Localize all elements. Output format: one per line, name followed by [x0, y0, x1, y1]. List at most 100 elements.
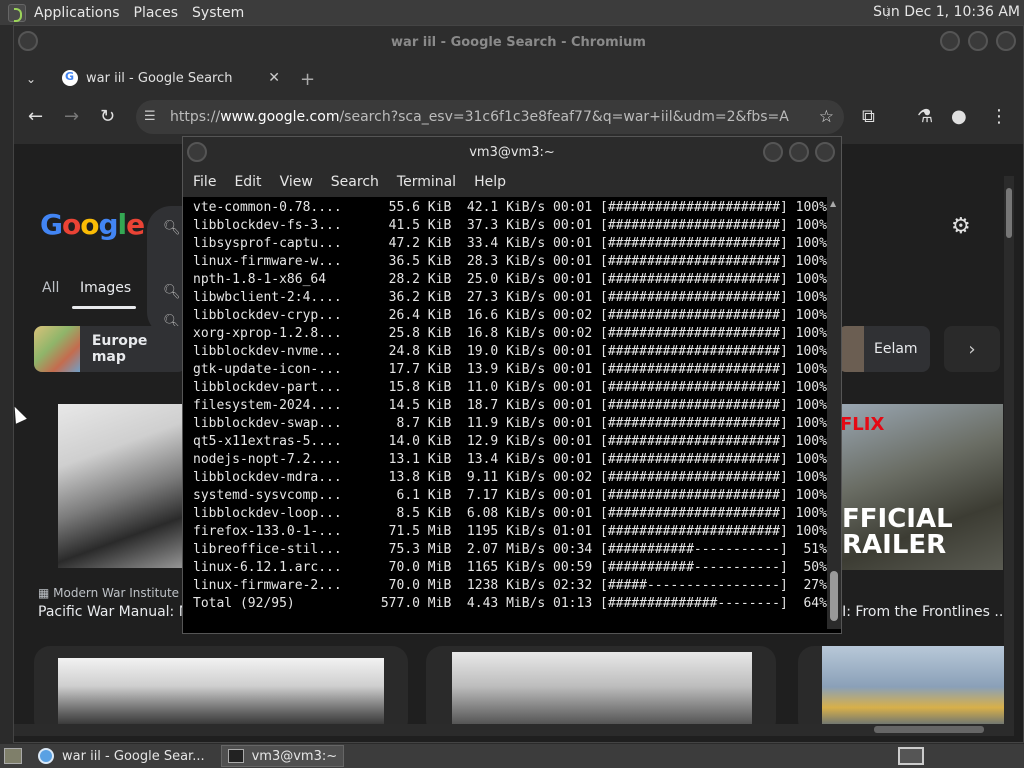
browser-tab[interactable]: war iil - Google Search ✕: [50, 62, 290, 94]
result-title[interactable]: II: From the Frontlines ...: [838, 604, 1008, 620]
menu-system[interactable]: System: [192, 5, 244, 21]
minimize-button[interactable]: [763, 142, 783, 162]
maximize-button[interactable]: [968, 31, 988, 51]
terminal-line: libwbclient-2:4.... 36.2 KiB 27.3 KiB/s …: [193, 290, 827, 305]
terminal-line: filesystem-2024.... 14.5 KiB 18.7 KiB/s …: [193, 398, 827, 413]
terminal-window: vm3@vm3:~ File Edit View Search Terminal…: [182, 136, 842, 634]
thumbnail-overlay-text: FFICIAL RAILER: [842, 504, 953, 560]
scrollbar-thumb[interactable]: [830, 571, 838, 621]
close-window-button[interactable]: [996, 31, 1016, 51]
logo-letter: G: [40, 208, 63, 241]
minimize-button[interactable]: [940, 31, 960, 51]
chip-thumbnail: [34, 326, 80, 372]
terminal-line: vte-common-0.78.... 55.6 KiB 42.1 KiB/s …: [193, 200, 827, 215]
terminal-titlebar[interactable]: vm3@vm3:~: [183, 137, 841, 167]
menu-edit[interactable]: Edit: [234, 174, 261, 190]
google-logo[interactable]: Google: [40, 208, 145, 241]
show-desktop-icon[interactable]: [4, 748, 22, 764]
forward-arrow-icon[interactable]: →: [64, 106, 79, 127]
terminal-line: libblockdev-loop... 8.5 KiB 6.08 KiB/s 0…: [193, 506, 827, 521]
bookmark-star-icon[interactable]: ☆: [819, 107, 834, 127]
clock[interactable]: Sun Dec 1, 10:36 AM: [873, 4, 1020, 20]
chromium-window-title: war iil - Google Search - Chromium: [391, 34, 646, 50]
logo-letter: e: [126, 208, 145, 241]
image-result-thumbnail[interactable]: [822, 646, 1004, 724]
terminal-line: qt5-x11extras-5.... 14.0 KiB 12.9 KiB/s …: [193, 434, 827, 449]
image-result-thumbnail[interactable]: [452, 652, 752, 724]
chromium-icon: [38, 748, 54, 764]
page-vertical-scrollbar[interactable]: [1004, 176, 1014, 724]
result-source: ▦ Modern War Institute -: [38, 586, 188, 600]
menu-search[interactable]: Search: [331, 174, 379, 190]
terminal-line: libblockdev-cryp... 26.4 KiB 16.6 KiB/s …: [193, 308, 827, 323]
terminal-line: firefox-133.0-1-... 71.5 MiB 1195 KiB/s …: [193, 524, 827, 539]
logo-letter: o: [61, 208, 81, 241]
google-favicon-icon: [62, 70, 78, 86]
logo-letter: g: [98, 208, 118, 241]
terminal-line: libsysprof-captu... 47.2 KiB 33.4 KiB/s …: [193, 236, 827, 251]
app-menu-icon[interactable]: [8, 3, 26, 22]
tab-all[interactable]: All: [42, 280, 59, 296]
chips-next-chevron-icon[interactable]: ›: [944, 326, 1000, 372]
active-tab-indicator: [72, 306, 136, 309]
netflix-logo: FLIX: [840, 414, 885, 435]
terminal-line: libreoffice-stil... 75.3 MiB 2.07 MiB/s …: [193, 542, 827, 557]
terminal-line: npth-1.8-1-x86_64 28.2 KiB 25.0 KiB/s 00…: [193, 272, 827, 287]
terminal-line: gtk-update-icon-... 17.7 KiB 13.9 KiB/s …: [193, 362, 827, 377]
labs-flask-icon[interactable]: ⚗: [917, 106, 933, 127]
terminal-scrollbar[interactable]: ▲: [827, 197, 841, 629]
browser-menu-kebab-icon[interactable]: ⋮: [990, 106, 1008, 127]
page-horizontal-scrollbar[interactable]: [14, 724, 1014, 736]
settings-gear-icon[interactable]: ⚙: [951, 214, 971, 239]
terminal-line: linux-firmware-w... 36.5 KiB 28.3 KiB/s …: [193, 254, 827, 269]
top-panel: Applications Places System Sun Dec 1, 10…: [0, 0, 1024, 25]
scrollbar-thumb[interactable]: [1006, 188, 1012, 238]
tab-search-chevron-icon[interactable]: ⌄: [26, 72, 36, 86]
window-menu-button[interactable]: [18, 31, 38, 51]
terminal-output[interactable]: vte-common-0.78.... 55.6 KiB 42.1 KiB/s …: [183, 197, 827, 629]
taskbar-item-label: vm3@vm3:~: [251, 748, 338, 764]
related-chip-europe-map[interactable]: Europe map: [34, 326, 186, 372]
terminal-line: systemd-sysvcomp... 6.1 KiB 7.17 KiB/s 0…: [193, 488, 827, 503]
terminal-line: libblockdev-swap... 8.7 KiB 11.9 KiB/s 0…: [193, 416, 827, 431]
menu-file[interactable]: File: [193, 174, 216, 190]
terminal-line: libblockdev-nvme... 24.8 KiB 19.0 KiB/s …: [193, 344, 827, 359]
related-chip-eelam[interactable]: Eelam: [838, 326, 930, 372]
terminal-line: libblockdev-part... 15.8 KiB 11.0 KiB/s …: [193, 380, 827, 395]
maximize-button[interactable]: [789, 142, 809, 162]
terminal-line: Total (92/95) 577.0 MiB 4.43 MiB/s 01:13…: [193, 596, 827, 611]
new-tab-plus-icon[interactable]: +: [300, 69, 315, 90]
menu-help[interactable]: Help: [474, 174, 506, 190]
terminal-icon: [227, 749, 244, 763]
taskbar-item-terminal[interactable]: vm3@vm3:~: [220, 745, 345, 767]
close-window-button[interactable]: [815, 142, 835, 162]
close-tab-icon[interactable]: ✕: [268, 70, 280, 86]
terminal-title: vm3@vm3:~: [469, 144, 555, 160]
reload-icon[interactable]: ↻: [100, 106, 115, 127]
window-menu-button[interactable]: [187, 142, 207, 162]
bottom-taskbar: war iil - Google Sear... vm3@vm3:~: [0, 744, 1024, 768]
profile-avatar-icon[interactable]: ●: [951, 106, 967, 127]
result-title[interactable]: Pacific War Manual: M: [38, 604, 198, 620]
taskbar-item-chromium[interactable]: war iil - Google Sear...: [32, 745, 211, 767]
menu-places[interactable]: Places: [134, 5, 179, 21]
site-info-icon[interactable]: ☰: [144, 109, 158, 124]
chip-label: Eelam: [874, 341, 918, 357]
scrollbar-thumb[interactable]: [874, 726, 984, 733]
logo-letter: o: [80, 208, 99, 241]
extensions-puzzle-icon[interactable]: ⧉: [862, 106, 875, 127]
address-bar[interactable]: ☰ https://www.google.com/search?sca_esv=…: [136, 100, 844, 134]
workspace-switcher[interactable]: [898, 747, 924, 765]
scroll-up-arrow-icon[interactable]: ▲: [830, 199, 836, 208]
menu-view[interactable]: View: [280, 174, 313, 190]
chromium-titlebar[interactable]: war iil - Google Search - Chromium: [14, 26, 1023, 58]
image-result-thumbnail[interactable]: [58, 658, 384, 724]
image-result-thumbnail[interactable]: [58, 404, 188, 568]
back-arrow-icon[interactable]: ←: [28, 106, 43, 127]
tab-images[interactable]: Images: [80, 280, 131, 296]
search-icon[interactable]: 🔍︎: [163, 220, 181, 236]
tab-strip: ⌄ war iil - Google Search ✕ +: [14, 58, 1023, 94]
menu-applications[interactable]: Applications: [34, 5, 120, 21]
terminal-menubar: File Edit View Search Terminal Help: [183, 167, 841, 197]
menu-terminal[interactable]: Terminal: [397, 174, 456, 190]
